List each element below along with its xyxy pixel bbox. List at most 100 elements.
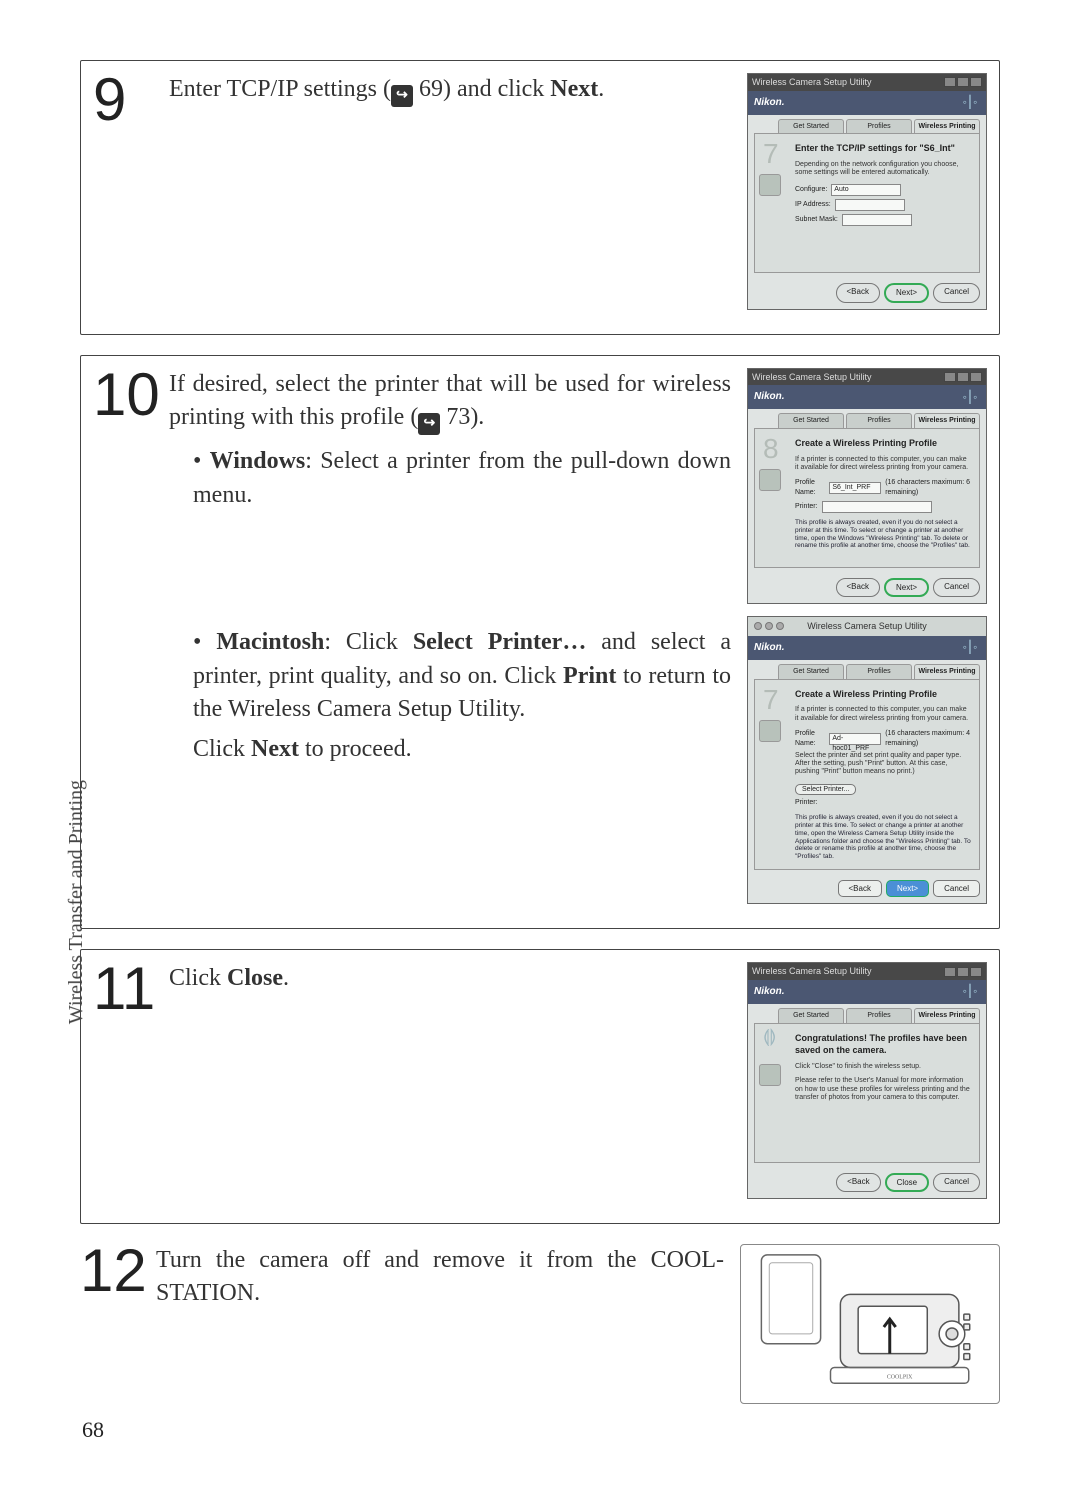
dialog-brand-bar: Nikon. ◦⎮◦ bbox=[748, 636, 986, 660]
brand-setup-icon: ◦⎮◦ bbox=[960, 984, 980, 1000]
wireless-icon: ⟬⟭ bbox=[763, 1024, 776, 1049]
dialog-titlebar: Wireless Camera Setup Utility bbox=[748, 369, 986, 386]
dialog-win-printer: Wireless Camera Setup Utility Nikon. ◦⎮◦… bbox=[747, 368, 987, 605]
dialog-tabs: Get Started Profiles Wireless Printing bbox=[748, 115, 986, 134]
close-button: Close bbox=[885, 1173, 929, 1192]
step-10-box: 10 If desired, select the printer that w… bbox=[80, 355, 1000, 930]
profile-name-field: S6_Int_PRF bbox=[829, 482, 881, 494]
printer-label: Printer: bbox=[795, 798, 818, 808]
wizard-step-icon bbox=[759, 1064, 781, 1086]
dialog-tcpip: Wireless Camera Setup Utility Nikon. ◦⎮◦… bbox=[747, 73, 987, 310]
dialog-brand-bar: Nikon. ◦⎮◦ bbox=[748, 91, 986, 115]
profile-name-hint: (16 characters maximum: 4 remaining) bbox=[885, 729, 971, 749]
window-controls-icon bbox=[944, 967, 982, 977]
xref-icon: ↪ bbox=[391, 85, 413, 107]
step-9-text: Enter TCP/IP settings (↪ 69) and click N… bbox=[169, 73, 731, 107]
tab-get-started: Get Started bbox=[778, 413, 844, 428]
step-10-text: If desired, select the printer that will… bbox=[169, 368, 731, 513]
step-12-text: Turn the camera off and remove it from t… bbox=[156, 1244, 724, 1311]
step-number-12: 12 bbox=[80, 1244, 136, 1298]
dialog-heading: Congratulations! The profiles have been … bbox=[795, 1032, 971, 1057]
ipaddress-field bbox=[835, 199, 905, 211]
dialog-heading: Enter the TCP/IP settings for "S6_Int" bbox=[795, 142, 971, 155]
cancel-button: Cancel bbox=[933, 1173, 980, 1192]
profile-name-field: Ad-hoc01_PRF bbox=[829, 733, 881, 745]
window-controls-icon bbox=[944, 77, 982, 87]
profile-name-hint: (16 characters maximum: 6 remaining) bbox=[885, 478, 971, 498]
next-button: Next> bbox=[886, 880, 929, 897]
next-button: Next> bbox=[884, 283, 929, 302]
dialog-subtext: Depending on the network configuration y… bbox=[795, 161, 971, 178]
tab-wireless-printing: Wireless Printing bbox=[914, 119, 980, 134]
next-button: Next> bbox=[884, 578, 929, 597]
step-number-11: 11 bbox=[93, 962, 149, 1016]
tab-get-started: Get Started bbox=[778, 119, 844, 134]
cancel-button: Cancel bbox=[933, 283, 980, 302]
wizard-step-icon bbox=[759, 174, 781, 196]
window-controls-icon bbox=[944, 372, 982, 382]
tab-wireless-printing: Wireless Printing bbox=[914, 664, 980, 679]
dialog-heading: Create a Wireless Printing Profile bbox=[795, 688, 971, 701]
dialog-titlebar: Wireless Camera Setup Utility bbox=[748, 963, 986, 980]
tab-wireless-printing: Wireless Printing bbox=[914, 413, 980, 428]
tab-profiles: Profiles bbox=[846, 119, 912, 134]
tab-wireless-printing: Wireless Printing bbox=[914, 1008, 980, 1023]
step-number-9: 9 bbox=[93, 73, 149, 127]
page-number: 68 bbox=[82, 1415, 104, 1446]
back-button: <Back bbox=[836, 1173, 880, 1192]
dialog-note: This profile is always created, even if … bbox=[795, 814, 971, 861]
dialog-note: This profile is always created, even if … bbox=[795, 519, 971, 550]
dialog-titlebar: Wireless Camera Setup Utility bbox=[748, 617, 986, 636]
cancel-button: Cancel bbox=[933, 880, 980, 897]
profile-name-label: Profile Name: bbox=[795, 729, 825, 749]
camera-illustration: COOLPIX bbox=[740, 1244, 1000, 1404]
subnet-field bbox=[842, 214, 912, 226]
dialog-congrats: Wireless Camera Setup Utility Nikon. ◦⎮◦… bbox=[747, 962, 987, 1199]
brand-setup-icon: ◦⎮◦ bbox=[960, 95, 980, 111]
wizard-step-icon bbox=[759, 469, 781, 491]
wizard-step-icon bbox=[759, 720, 781, 742]
ipaddress-label: IP Address: bbox=[795, 200, 831, 210]
dialog-mac-printer: Wireless Camera Setup Utility Nikon. ◦⎮◦… bbox=[747, 616, 987, 904]
step-10-mac-text: Macintosh: Click Select Printer… and sel… bbox=[169, 616, 731, 766]
dialog-heading: Create a Wireless Printing Profile bbox=[795, 437, 971, 450]
cancel-button: Cancel bbox=[933, 578, 980, 597]
xref-icon: ↪ bbox=[418, 413, 440, 435]
tab-get-started: Get Started bbox=[778, 664, 844, 679]
dialog-subtext-2: Please refer to the User's Manual for mo… bbox=[795, 1077, 971, 1102]
brand-setup-icon: ◦⎮◦ bbox=[960, 389, 980, 405]
step-12: 12 Turn the camera off and remove it fro… bbox=[80, 1244, 1000, 1404]
select-printer-text: Select the printer and set print quality… bbox=[795, 752, 971, 777]
dialog-subtext-1: Click "Close" to finish the wireless set… bbox=[795, 1063, 971, 1071]
subnet-label: Subnet Mask: bbox=[795, 215, 838, 225]
tab-get-started: Get Started bbox=[778, 1008, 844, 1023]
brand-setup-icon: ◦⎮◦ bbox=[960, 640, 980, 656]
select-printer-button: Select Printer... bbox=[795, 784, 856, 795]
tab-profiles: Profiles bbox=[846, 1008, 912, 1023]
dialog-brand-bar: Nikon. ◦⎮◦ bbox=[748, 980, 986, 1004]
wizard-step-number: 7 bbox=[763, 134, 779, 173]
printer-label: Printer: bbox=[795, 502, 818, 512]
step-9-box: 9 Enter TCP/IP settings (↪ 69) and click… bbox=[80, 60, 1000, 335]
window-controls-icon bbox=[754, 622, 784, 630]
dialog-titlebar: Wireless Camera Setup Utility bbox=[748, 74, 986, 91]
tab-profiles: Profiles bbox=[846, 413, 912, 428]
configure-field: Auto bbox=[831, 184, 901, 196]
tab-profiles: Profiles bbox=[846, 664, 912, 679]
back-button: <Back bbox=[836, 578, 880, 597]
dialog-subtext: If a printer is connected to this comput… bbox=[795, 706, 971, 723]
back-button: <Back bbox=[838, 880, 882, 897]
configure-label: Configure: bbox=[795, 185, 827, 195]
back-button: <Back bbox=[836, 283, 880, 302]
wizard-step-number: 7 bbox=[763, 680, 779, 719]
dialog-subtext: If a printer is connected to this comput… bbox=[795, 456, 971, 473]
step-11-box: 11 Click Close. Wireless Camera Setup Ut… bbox=[80, 949, 1000, 1224]
profile-name-label: Profile Name: bbox=[795, 478, 825, 498]
printer-field bbox=[822, 501, 932, 513]
wizard-step-number: 8 bbox=[763, 429, 779, 468]
dialog-brand-bar: Nikon. ◦⎮◦ bbox=[748, 385, 986, 409]
step-number-10: 10 bbox=[93, 368, 149, 422]
svg-text:COOLPIX: COOLPIX bbox=[887, 1374, 913, 1380]
step-11-text: Click Close. bbox=[169, 962, 731, 996]
section-label: Wireless Transfer and Printing bbox=[62, 780, 90, 1024]
